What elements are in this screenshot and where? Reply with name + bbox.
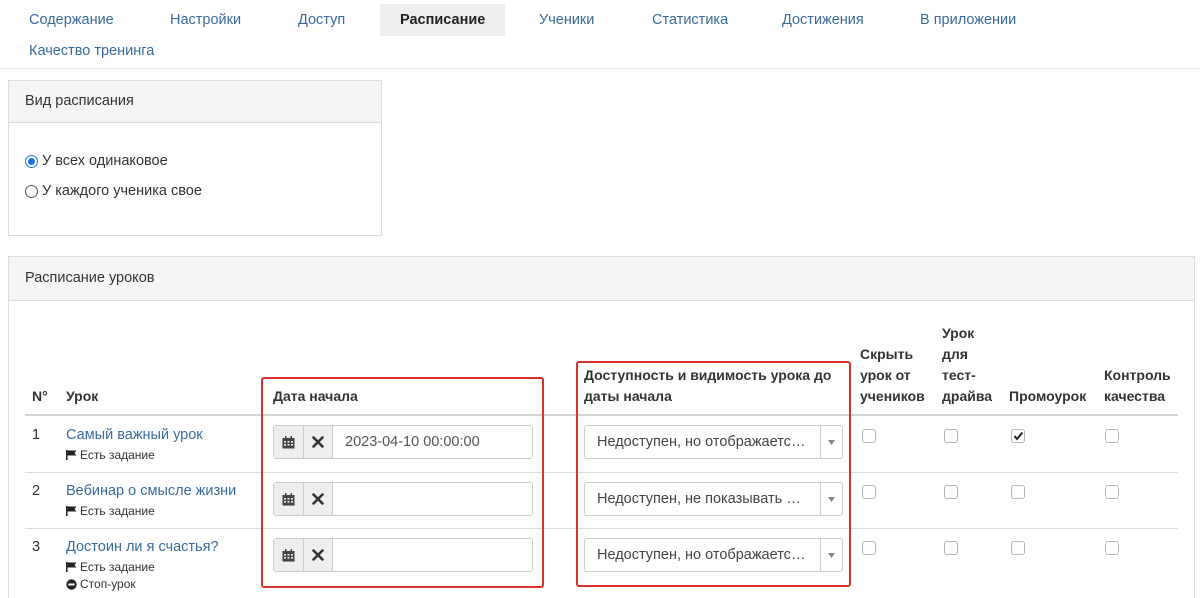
close-icon	[311, 493, 324, 505]
calendar-icon	[282, 492, 295, 505]
tab-training-quality[interactable]: Качество тренинга	[29, 35, 154, 67]
lesson-link[interactable]: Самый важный урок	[66, 427, 203, 443]
radio-individual[interactable]: У каждого ученика свое	[25, 183, 202, 199]
start-date-input[interactable]	[333, 483, 532, 515]
col-header-lesson: Урок	[66, 388, 99, 404]
hide-lesson-checkbox[interactable]	[862, 429, 876, 443]
quality-checkbox[interactable]	[1105, 429, 1119, 443]
caret-down-icon	[820, 426, 842, 458]
tab-content[interactable]: Содержание	[29, 4, 114, 36]
lesson-tag: Есть задание	[66, 448, 155, 462]
col-header-hide: Скрыть урок от учеников	[860, 346, 925, 404]
lesson-tag-label: Стоп-урок	[80, 577, 136, 591]
caret-down-icon	[820, 483, 842, 515]
tab-achievements[interactable]: Достижения	[782, 4, 864, 36]
stop-lesson-tag: Стоп-урок	[66, 577, 136, 591]
availability-selected-value: Недоступен, но отображается в расписании	[597, 434, 807, 450]
test-drive-checkbox[interactable]	[944, 541, 958, 555]
caret-down-icon	[820, 539, 842, 571]
hide-lesson-checkbox[interactable]	[862, 485, 876, 499]
col-header-availability: Доступность и видимость урока до даты на…	[584, 367, 832, 404]
close-icon	[311, 549, 324, 561]
calendar-icon	[282, 548, 295, 561]
availability-selected-value: Недоступен, но отображается в расписании	[597, 547, 807, 563]
promo-checkbox[interactable]	[1011, 485, 1025, 499]
col-header-start-date: Дата начала	[273, 388, 358, 404]
calendar-icon	[282, 435, 295, 448]
flag-icon	[66, 450, 77, 460]
tab-settings[interactable]: Настройки	[170, 4, 241, 36]
radio-button[interactable]	[25, 184, 38, 198]
availability-select[interactable]: Недоступен, не показывать в расписании	[584, 482, 843, 516]
test-drive-checkbox[interactable]	[944, 429, 958, 443]
lesson-tag-label: Есть задание	[80, 448, 155, 462]
quality-checkbox[interactable]	[1105, 541, 1119, 555]
lesson-tag-label: Есть задание	[80, 560, 155, 574]
clear-date-button[interactable]	[303, 426, 333, 458]
clear-date-button[interactable]	[303, 483, 333, 515]
tab-in-app[interactable]: В приложении	[920, 4, 1016, 36]
start-date-input[interactable]	[333, 426, 532, 458]
header-divider	[25, 414, 1178, 416]
quality-checkbox[interactable]	[1105, 485, 1119, 499]
lesson-link[interactable]: Достоин ли я счастья?	[66, 539, 219, 555]
lesson-tag-label: Есть задание	[80, 504, 155, 518]
calendar-button[interactable]	[274, 539, 304, 571]
tab-bar: Содержание Настройки Доступ Расписание У…	[0, 0, 1200, 69]
row-number: 2	[32, 483, 41, 499]
flag-icon	[66, 562, 77, 572]
start-date-picker	[273, 482, 533, 516]
radio-same-for-all[interactable]: У всех одинаковое	[25, 153, 168, 169]
tab-statistics[interactable]: Статистика	[652, 4, 728, 36]
row-divider	[25, 528, 1178, 529]
col-header-quality: Контроль качества	[1104, 367, 1171, 404]
calendar-button[interactable]	[274, 426, 304, 458]
close-icon	[311, 436, 324, 448]
radio-button-selected[interactable]	[25, 154, 38, 168]
clear-date-button[interactable]	[303, 539, 333, 571]
flag-icon	[66, 506, 77, 516]
row-number: 3	[32, 539, 41, 555]
start-date-picker	[273, 425, 533, 459]
calendar-button[interactable]	[274, 483, 304, 515]
col-header-test-drive: Урок для тест-драйва	[942, 325, 993, 404]
row-divider	[25, 472, 1178, 473]
schedule-type-panel: Вид расписания У всех одинаковое У каждо…	[8, 80, 382, 236]
promo-checkbox[interactable]	[1011, 429, 1025, 443]
col-header-num: N°	[32, 388, 48, 404]
availability-select[interactable]: Недоступен, но отображается в расписании	[584, 425, 843, 459]
schedule-type-title: Вид расписания	[9, 81, 381, 123]
checkmark-icon	[1013, 431, 1024, 441]
availability-selected-value: Недоступен, не показывать в расписании	[597, 491, 807, 507]
lesson-tag: Есть задание	[66, 504, 155, 518]
radio-label: У каждого ученика свое	[42, 183, 202, 199]
lessons-schedule-title: Расписание уроков	[9, 257, 1194, 301]
row-number: 1	[32, 427, 41, 443]
hide-lesson-checkbox[interactable]	[862, 541, 876, 555]
tab-access[interactable]: Доступ	[298, 4, 345, 36]
col-header-promo: Промоурок	[1009, 388, 1087, 404]
promo-checkbox[interactable]	[1011, 541, 1025, 555]
start-date-input[interactable]	[333, 539, 532, 571]
radio-label: У всех одинаковое	[42, 153, 168, 169]
tab-schedule[interactable]: Расписание	[380, 4, 506, 36]
lesson-link[interactable]: Вебинар о смысле жизни	[66, 483, 236, 499]
stop-icon	[66, 578, 77, 590]
tab-students[interactable]: Ученики	[539, 4, 594, 36]
start-date-picker	[273, 538, 533, 572]
test-drive-checkbox[interactable]	[944, 485, 958, 499]
availability-select[interactable]: Недоступен, но отображается в расписании	[584, 538, 843, 572]
lesson-tag: Есть задание	[66, 560, 155, 574]
